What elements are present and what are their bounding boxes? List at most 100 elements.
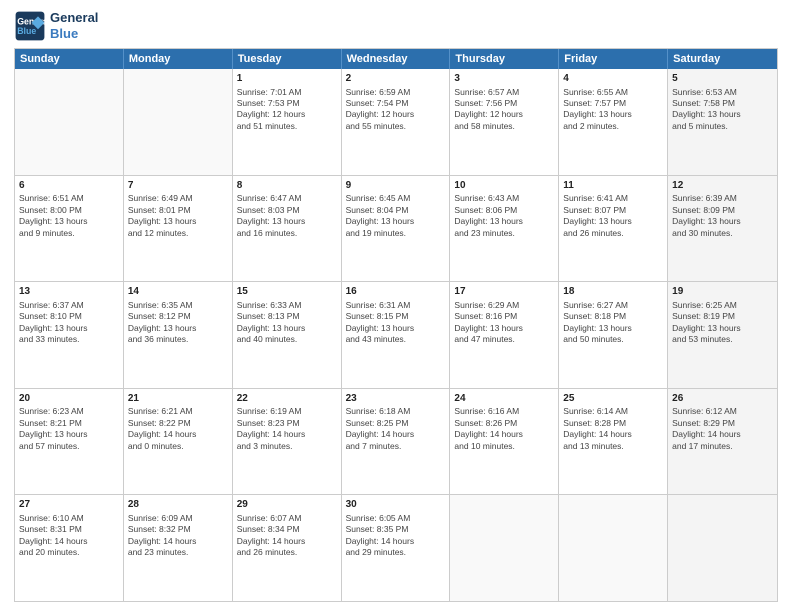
day-cell-22: 22Sunrise: 6:19 AMSunset: 8:23 PMDayligh… (233, 389, 342, 495)
day-info: Sunrise: 6:07 AMSunset: 8:34 PMDaylight:… (237, 513, 337, 559)
day-number: 27 (19, 498, 119, 512)
day-number: 10 (454, 179, 554, 193)
day-number: 24 (454, 392, 554, 406)
day-cell-1: 1Sunrise: 7:01 AMSunset: 7:53 PMDaylight… (233, 69, 342, 175)
day-number: 17 (454, 285, 554, 299)
day-info: Sunrise: 6:23 AMSunset: 8:21 PMDaylight:… (19, 406, 119, 452)
day-cell-12: 12Sunrise: 6:39 AMSunset: 8:09 PMDayligh… (668, 176, 777, 282)
day-number: 25 (563, 392, 663, 406)
day-info: Sunrise: 6:45 AMSunset: 8:04 PMDaylight:… (346, 193, 446, 239)
day-number: 7 (128, 179, 228, 193)
day-info: Sunrise: 6:37 AMSunset: 8:10 PMDaylight:… (19, 300, 119, 346)
day-number: 20 (19, 392, 119, 406)
day-cell-18: 18Sunrise: 6:27 AMSunset: 8:18 PMDayligh… (559, 282, 668, 388)
logo-icon: General Blue (14, 10, 46, 42)
day-number: 12 (672, 179, 773, 193)
day-number: 13 (19, 285, 119, 299)
day-info: Sunrise: 6:43 AMSunset: 8:06 PMDaylight:… (454, 193, 554, 239)
day-cell-9: 9Sunrise: 6:45 AMSunset: 8:04 PMDaylight… (342, 176, 451, 282)
logo: General Blue General Blue (14, 10, 98, 42)
calendar-page: General Blue General Blue SundayMondayTu… (0, 0, 792, 612)
day-number: 1 (237, 72, 337, 86)
day-cell-13: 13Sunrise: 6:37 AMSunset: 8:10 PMDayligh… (15, 282, 124, 388)
day-number: 30 (346, 498, 446, 512)
day-info: Sunrise: 6:27 AMSunset: 8:18 PMDaylight:… (563, 300, 663, 346)
empty-cell (124, 69, 233, 175)
day-info: Sunrise: 6:29 AMSunset: 8:16 PMDaylight:… (454, 300, 554, 346)
day-number: 8 (237, 179, 337, 193)
day-info: Sunrise: 6:51 AMSunset: 8:00 PMDaylight:… (19, 193, 119, 239)
day-of-week-thursday: Thursday (450, 49, 559, 69)
day-number: 3 (454, 72, 554, 86)
empty-cell (668, 495, 777, 601)
calendar-week-3: 13Sunrise: 6:37 AMSunset: 8:10 PMDayligh… (15, 281, 777, 388)
day-info: Sunrise: 6:57 AMSunset: 7:56 PMDaylight:… (454, 87, 554, 133)
day-cell-29: 29Sunrise: 6:07 AMSunset: 8:34 PMDayligh… (233, 495, 342, 601)
day-of-week-friday: Friday (559, 49, 668, 69)
day-info: Sunrise: 6:05 AMSunset: 8:35 PMDaylight:… (346, 513, 446, 559)
day-cell-15: 15Sunrise: 6:33 AMSunset: 8:13 PMDayligh… (233, 282, 342, 388)
day-of-week-monday: Monday (124, 49, 233, 69)
day-number: 22 (237, 392, 337, 406)
day-of-week-sunday: Sunday (15, 49, 124, 69)
day-cell-30: 30Sunrise: 6:05 AMSunset: 8:35 PMDayligh… (342, 495, 451, 601)
day-info: Sunrise: 6:21 AMSunset: 8:22 PMDaylight:… (128, 406, 228, 452)
day-number: 23 (346, 392, 446, 406)
day-info: Sunrise: 6:19 AMSunset: 8:23 PMDaylight:… (237, 406, 337, 452)
day-info: Sunrise: 6:35 AMSunset: 8:12 PMDaylight:… (128, 300, 228, 346)
day-cell-10: 10Sunrise: 6:43 AMSunset: 8:06 PMDayligh… (450, 176, 559, 282)
day-info: Sunrise: 6:49 AMSunset: 8:01 PMDaylight:… (128, 193, 228, 239)
day-of-week-saturday: Saturday (668, 49, 777, 69)
calendar-header: SundayMondayTuesdayWednesdayThursdayFrid… (15, 49, 777, 69)
day-number: 5 (672, 72, 773, 86)
day-info: Sunrise: 7:01 AMSunset: 7:53 PMDaylight:… (237, 87, 337, 133)
day-number: 16 (346, 285, 446, 299)
day-cell-6: 6Sunrise: 6:51 AMSunset: 8:00 PMDaylight… (15, 176, 124, 282)
day-number: 6 (19, 179, 119, 193)
day-number: 18 (563, 285, 663, 299)
day-info: Sunrise: 6:18 AMSunset: 8:25 PMDaylight:… (346, 406, 446, 452)
day-info: Sunrise: 6:16 AMSunset: 8:26 PMDaylight:… (454, 406, 554, 452)
day-info: Sunrise: 6:41 AMSunset: 8:07 PMDaylight:… (563, 193, 663, 239)
day-number: 9 (346, 179, 446, 193)
day-cell-8: 8Sunrise: 6:47 AMSunset: 8:03 PMDaylight… (233, 176, 342, 282)
day-number: 28 (128, 498, 228, 512)
day-cell-5: 5Sunrise: 6:53 AMSunset: 7:58 PMDaylight… (668, 69, 777, 175)
day-info: Sunrise: 6:47 AMSunset: 8:03 PMDaylight:… (237, 193, 337, 239)
day-cell-21: 21Sunrise: 6:21 AMSunset: 8:22 PMDayligh… (124, 389, 233, 495)
day-cell-2: 2Sunrise: 6:59 AMSunset: 7:54 PMDaylight… (342, 69, 451, 175)
empty-cell (15, 69, 124, 175)
day-cell-11: 11Sunrise: 6:41 AMSunset: 8:07 PMDayligh… (559, 176, 668, 282)
empty-cell (450, 495, 559, 601)
day-cell-26: 26Sunrise: 6:12 AMSunset: 8:29 PMDayligh… (668, 389, 777, 495)
day-cell-14: 14Sunrise: 6:35 AMSunset: 8:12 PMDayligh… (124, 282, 233, 388)
empty-cell (559, 495, 668, 601)
day-number: 14 (128, 285, 228, 299)
page-header: General Blue General Blue (14, 10, 778, 42)
day-cell-24: 24Sunrise: 6:16 AMSunset: 8:26 PMDayligh… (450, 389, 559, 495)
day-info: Sunrise: 6:10 AMSunset: 8:31 PMDaylight:… (19, 513, 119, 559)
day-number: 29 (237, 498, 337, 512)
day-cell-4: 4Sunrise: 6:55 AMSunset: 7:57 PMDaylight… (559, 69, 668, 175)
calendar: SundayMondayTuesdayWednesdayThursdayFrid… (14, 48, 778, 602)
calendar-week-1: 1Sunrise: 7:01 AMSunset: 7:53 PMDaylight… (15, 69, 777, 175)
calendar-week-4: 20Sunrise: 6:23 AMSunset: 8:21 PMDayligh… (15, 388, 777, 495)
day-cell-3: 3Sunrise: 6:57 AMSunset: 7:56 PMDaylight… (450, 69, 559, 175)
day-info: Sunrise: 6:33 AMSunset: 8:13 PMDaylight:… (237, 300, 337, 346)
day-number: 15 (237, 285, 337, 299)
day-cell-7: 7Sunrise: 6:49 AMSunset: 8:01 PMDaylight… (124, 176, 233, 282)
day-info: Sunrise: 6:31 AMSunset: 8:15 PMDaylight:… (346, 300, 446, 346)
calendar-body: 1Sunrise: 7:01 AMSunset: 7:53 PMDaylight… (15, 69, 777, 601)
day-number: 11 (563, 179, 663, 193)
day-number: 19 (672, 285, 773, 299)
day-number: 26 (672, 392, 773, 406)
day-of-week-wednesday: Wednesday (342, 49, 451, 69)
day-of-week-tuesday: Tuesday (233, 49, 342, 69)
calendar-week-2: 6Sunrise: 6:51 AMSunset: 8:00 PMDaylight… (15, 175, 777, 282)
day-cell-27: 27Sunrise: 6:10 AMSunset: 8:31 PMDayligh… (15, 495, 124, 601)
day-number: 2 (346, 72, 446, 86)
day-cell-20: 20Sunrise: 6:23 AMSunset: 8:21 PMDayligh… (15, 389, 124, 495)
calendar-week-5: 27Sunrise: 6:10 AMSunset: 8:31 PMDayligh… (15, 494, 777, 601)
day-cell-23: 23Sunrise: 6:18 AMSunset: 8:25 PMDayligh… (342, 389, 451, 495)
day-number: 21 (128, 392, 228, 406)
